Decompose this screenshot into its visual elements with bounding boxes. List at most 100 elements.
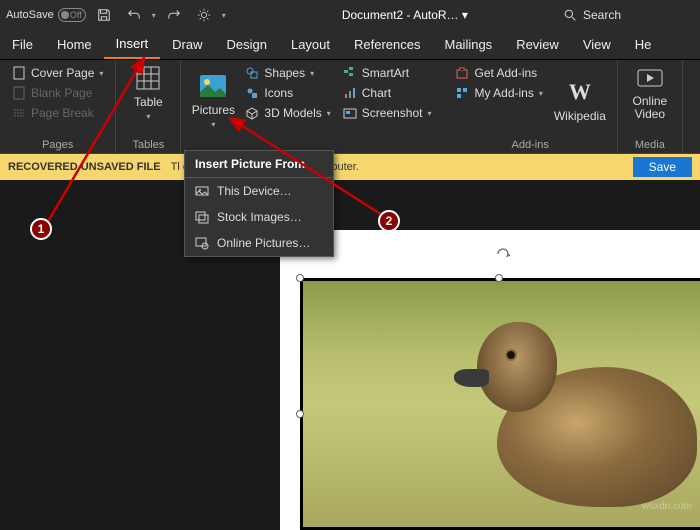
screenshot-button[interactable]: Screenshot▾ [339,104,436,122]
get-addins-label: Get Add-ins [474,66,537,80]
inserted-image[interactable] [300,278,700,530]
dropdown-header: Insert Picture From [185,151,333,178]
dropdown-online-pictures[interactable]: Online Pictures… [185,230,333,256]
3d-models-label: 3D Models [264,106,321,120]
addins-icon [455,86,469,100]
icons-button[interactable]: Icons [241,84,334,102]
page-break-button[interactable]: Page Break [8,104,107,122]
shapes-label: Shapes [264,66,305,80]
menu-insert[interactable]: Insert [104,30,161,59]
icons-label: Icons [264,86,293,100]
save-icon[interactable] [92,3,116,27]
dropdown-item-label: This Device… [217,184,292,198]
blank-page-icon [12,86,26,100]
screenshot-icon [343,106,357,120]
qat-caret-icon[interactable]: ▾ [222,11,226,20]
autosave-label: AutoSave [6,9,54,21]
cover-page-label: Cover Page [31,66,94,80]
annotation-marker-2: 2 [378,210,400,232]
menu-layout[interactable]: Layout [279,30,342,59]
search-placeholder: Search [583,8,621,22]
document-title[interactable]: Document2 - AutoR… ▾ [252,8,558,22]
infobar-label: RECOVERED UNSAVED FILE [8,161,161,173]
undo-caret-icon[interactable]: ▾ [152,11,156,20]
pictures-button[interactable]: Pictures ▾ [189,64,237,137]
dropdown-item-label: Online Pictures… [217,236,310,250]
dropdown-item-label: Stock Images… [217,210,302,224]
ribbon: Cover Page▾ Blank Page Page Break Pages … [0,60,700,154]
title-bar: AutoSave Off ▾ ▾ Document2 - AutoR… ▾ Se… [0,0,700,30]
cover-page-button[interactable]: Cover Page▾ [8,64,107,82]
screenshot-label: Screenshot [362,106,423,120]
group-pages: Cover Page▾ Blank Page Page Break Pages [0,60,116,153]
smartart-button[interactable]: SmartArt [339,64,436,82]
menu-file[interactable]: File [0,30,45,59]
blank-page-label: Blank Page [31,86,92,100]
shapes-button[interactable]: Shapes▾ [241,64,334,82]
dropdown-stock-images[interactable]: Stock Images… [185,204,333,230]
dropdown-this-device[interactable]: This Device… [185,178,333,204]
redo-icon[interactable] [162,3,186,27]
resize-handle-ml[interactable] [296,410,304,418]
chart-label: Chart [362,86,391,100]
group-label-illustrations [189,137,435,151]
stock-icon [195,210,209,224]
group-label-media: Media [626,137,674,151]
smartart-icon [343,66,357,80]
group-addins: Get Add-ins My Add-ins▾ W Wikipedia Add-… [443,60,617,153]
my-addins-label: My Add-ins [474,86,533,100]
menu-draw[interactable]: Draw [160,30,214,59]
resize-handle-tl[interactable] [296,274,304,282]
group-illustrations: Pictures ▾ Shapes▾ Icons 3D Models▾ [181,60,443,153]
resize-handle-tm[interactable] [495,274,503,282]
group-label-tables: Tables [124,137,172,151]
page-icon [12,66,26,80]
group-label-pages: Pages [8,137,107,151]
chart-button[interactable]: Chart [339,84,436,102]
menu-review[interactable]: Review [504,30,571,59]
search-icon [564,9,577,22]
menu-view[interactable]: View [571,30,623,59]
online-video-button[interactable]: OnlineVideo [626,64,674,121]
search-box[interactable]: Search [564,8,694,22]
menu-design[interactable]: Design [215,30,279,59]
autosave-toggle[interactable]: AutoSave Off [6,8,86,22]
blank-page-button[interactable]: Blank Page [8,84,107,102]
menu-help[interactable]: He [623,30,664,59]
shapes-icon [245,66,259,80]
get-addins-button[interactable]: Get Add-ins [451,64,546,82]
table-button[interactable]: Table ▾ [124,64,172,121]
menu-references[interactable]: References [342,30,432,59]
group-label-addins: Add-ins [451,137,608,151]
document-page[interactable] [280,230,700,530]
undo-icon[interactable] [122,3,146,27]
video-icon [636,64,664,92]
menu-home[interactable]: Home [45,30,104,59]
video-label: OnlineVideo [633,95,668,121]
my-addins-button[interactable]: My Add-ins▾ [451,84,546,102]
menu-mailings[interactable]: Mailings [433,30,505,59]
watermark: wsxdn.com [642,501,692,512]
3d-models-button[interactable]: 3D Models▾ [241,104,334,122]
save-button[interactable]: Save [633,157,692,177]
wikipedia-button[interactable]: W Wikipedia [551,64,609,137]
smartart-label: SmartArt [362,66,409,80]
page-break-icon [12,106,26,120]
cube-icon [245,106,259,120]
annotation-marker-1: 1 [30,218,52,240]
menu-bar: File Home Insert Draw Design Layout Refe… [0,30,700,60]
icons-icon [245,86,259,100]
wikipedia-label: Wikipedia [554,109,606,123]
pictures-dropdown: Insert Picture From This Device… Stock I… [184,150,334,257]
recovery-infobar: RECOVERED UNSAVED FILE Tl emporarily sto… [0,154,700,180]
document-area [0,180,700,516]
pictures-label: Pictures [192,103,235,117]
wikipedia-icon: W [566,78,594,106]
table-label: Table [134,95,163,109]
duck-photo [303,281,700,527]
brightness-icon[interactable] [192,3,216,27]
toggle-icon[interactable]: Off [58,8,86,22]
rotate-handle-icon[interactable] [495,246,511,262]
group-tables: Table ▾ Tables [116,60,181,153]
table-icon [134,64,162,92]
